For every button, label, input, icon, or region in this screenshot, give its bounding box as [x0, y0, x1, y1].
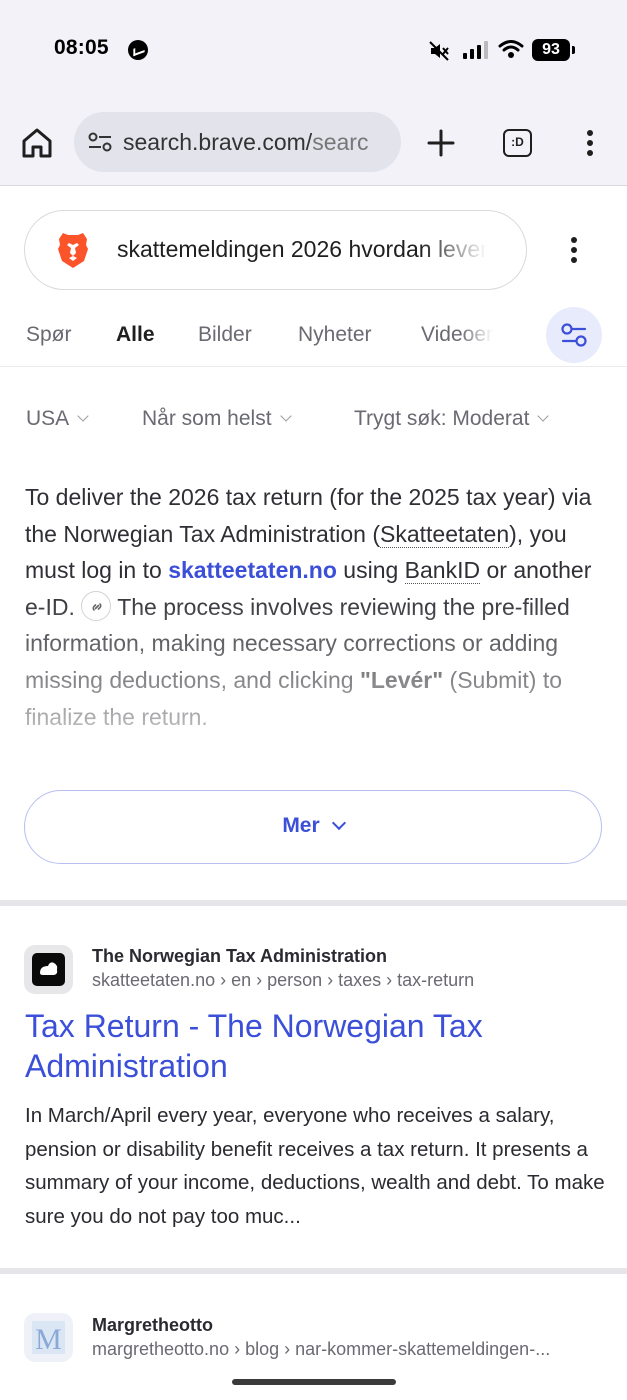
home-icon[interactable] — [20, 126, 54, 160]
browser-menu-icon[interactable] — [578, 128, 602, 158]
time-filter[interactable]: Når som helst — [142, 407, 292, 431]
battery-indicator: 93 — [532, 39, 575, 61]
result-breadcrumb[interactable]: margretheotto.no › blog › nar-kommer-ska… — [92, 1339, 602, 1360]
result-breadcrumb[interactable]: skatteetaten.no › en › person › taxes › … — [92, 970, 602, 991]
cell-signal-icon — [463, 41, 488, 59]
ai-answer-summary: To deliver the 2026 tax return (for the … — [25, 479, 605, 769]
home-indicator[interactable] — [232, 1379, 396, 1385]
country-filter[interactable]: USA — [26, 407, 89, 431]
result-site-name: The Norwegian Tax Administration — [92, 946, 388, 966]
margretheotto-logo-icon: M — [32, 1321, 65, 1356]
section-divider — [0, 900, 627, 906]
answer-text: using — [336, 557, 405, 584]
tab-bilder[interactable]: Bilder — [198, 323, 252, 347]
brave-lion-icon — [58, 233, 88, 268]
site-settings-icon[interactable] — [88, 131, 112, 153]
safe-search-filter[interactable]: Trygt søk: Moderat — [354, 407, 550, 431]
filter-sliders-icon — [561, 323, 587, 347]
url-path: searc — [312, 129, 369, 155]
address-bar[interactable]: search.brave.com/searc — [74, 112, 401, 172]
tab-nyheter[interactable]: Nyheter — [298, 323, 372, 347]
time-filter-label: Når som helst — [142, 407, 272, 430]
show-more-button[interactable]: Mer — [24, 790, 602, 864]
tab-alle[interactable]: Alle — [116, 323, 155, 347]
show-more-label: Mer — [282, 814, 320, 837]
bankid-term[interactable]: BankID — [404, 557, 481, 585]
browser-toolbar: search.brave.com/searc :D — [0, 100, 627, 186]
url-host: search.brave.com/ — [123, 129, 313, 155]
result-site-name: Margretheotto — [92, 1315, 213, 1335]
result-title-link[interactable]: Tax Return - The Norwegian Tax Administr… — [25, 1006, 605, 1086]
search-filters: USA Når som helst Trygt søk: Moderat — [0, 395, 627, 443]
chevron-down-icon — [77, 410, 89, 422]
status-bar: 08:05 93 — [0, 0, 627, 100]
mute-icon — [429, 41, 449, 61]
country-filter-label: USA — [26, 407, 70, 430]
chevron-down-icon — [279, 410, 292, 422]
new-tab-plus-icon[interactable] — [424, 126, 458, 160]
status-time: 08:05 — [54, 36, 109, 59]
section-divider — [0, 1268, 627, 1274]
tab-switcher-button[interactable]: :D — [503, 129, 532, 157]
wifi-icon — [498, 40, 524, 58]
search-options-icon[interactable] — [562, 234, 586, 266]
citation-link-icon[interactable] — [81, 590, 112, 621]
result-description: In March/April every year, everyone who … — [25, 1104, 605, 1228]
search-input[interactable]: skattemeldingen 2026 hvordan levere — [24, 210, 527, 290]
search-query-text: skattemeldingen 2026 hvordan levere — [117, 236, 487, 262]
skatteetaten-link[interactable]: skatteetaten.no — [168, 557, 337, 583]
favicon-letter: M — [35, 1323, 62, 1356]
tab-spor[interactable]: Spør — [26, 323, 72, 347]
messenger-notification-icon — [128, 40, 148, 60]
chevron-down-icon — [537, 410, 550, 422]
answer-bold-text: "Levér" — [359, 666, 444, 693]
search-category-tabs: Spør Alle Bilder Nyheter Videoer — [0, 305, 627, 367]
skatteetaten-term[interactable]: Skatteetaten — [379, 520, 510, 548]
filter-toggle-button[interactable] — [546, 307, 602, 363]
skatteetaten-logo-icon — [32, 953, 65, 986]
chevron-down-icon — [331, 815, 346, 831]
tab-videoer[interactable]: Videoer — [421, 323, 493, 347]
safe-search-label: Trygt søk: Moderat — [354, 407, 530, 430]
url-text: search.brave.com/searc — [123, 129, 391, 156]
skatteetaten-favicon — [24, 945, 73, 994]
margretheotto-favicon: M — [24, 1313, 73, 1362]
